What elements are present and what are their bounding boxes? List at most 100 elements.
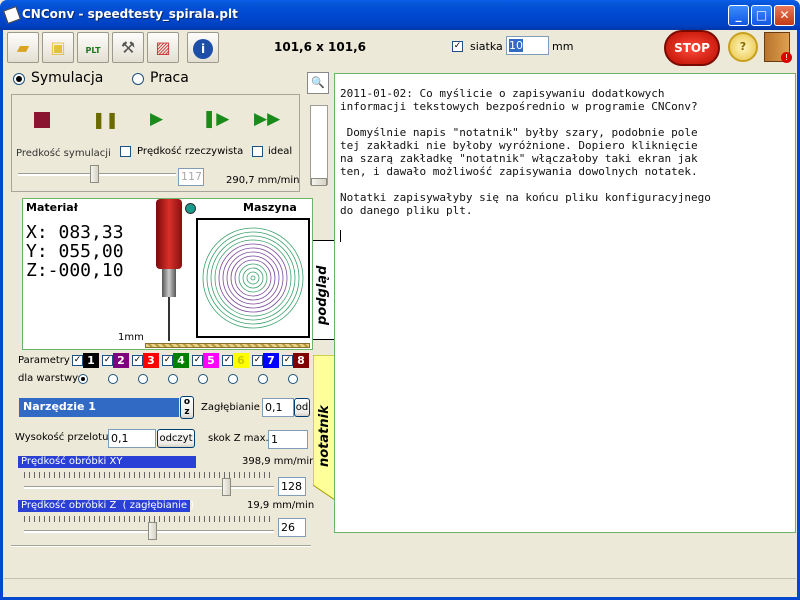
stop-sim-button[interactable] — [34, 112, 50, 128]
exit-door-button[interactable]: ! — [764, 32, 792, 63]
layer-checkbox[interactable]: ✓ — [72, 355, 83, 366]
layer-checkbox[interactable]: ✓ — [252, 355, 263, 366]
sim-speed-thumb[interactable] — [90, 165, 99, 183]
z-speed-thumb[interactable] — [148, 522, 157, 540]
ideal-label: ideal — [268, 146, 293, 157]
read-button[interactable]: odczyt — [157, 429, 195, 448]
sim-speed-input[interactable]: 117 — [178, 168, 204, 186]
minimize-button[interactable]: _ — [728, 5, 749, 26]
layer-item[interactable]: ✓ 3 — [132, 353, 162, 368]
notes-line: Domyślnie napis "notatnik" byłby szary, … — [340, 126, 698, 139]
zoom-slider-thumb[interactable] — [311, 178, 327, 186]
oz-o: o — [183, 397, 191, 407]
layer-radio[interactable] — [138, 374, 148, 384]
zoom-slider[interactable] — [310, 105, 328, 186]
layer-radio[interactable] — [258, 374, 268, 384]
close-button[interactable]: ✕ — [774, 5, 795, 26]
step-input[interactable]: 1 — [268, 430, 308, 449]
material-label: Materiał — [26, 201, 78, 214]
notes-line: tej zakładki nie byłoby wyróżnione. Dopi… — [340, 139, 698, 152]
pause-button[interactable]: ❚❚ — [92, 110, 119, 129]
settings-button[interactable]: ⚒ — [112, 32, 144, 63]
layer-item[interactable]: ✓ 2 — [102, 353, 132, 368]
z-speed-label: Prędkość obróbki Z ( zagłębianie ) — [18, 500, 194, 512]
spiral-preview — [202, 227, 304, 329]
depth-label: Zagłębianie — [201, 402, 260, 413]
tools-icon: ⚒ — [120, 38, 136, 57]
layer-radios — [78, 374, 308, 388]
notes-textarea[interactable]: 2011-01-02: Co myślicie o zapisywaniu do… — [334, 73, 796, 533]
layer-item[interactable]: ✓ 4 — [162, 353, 192, 368]
grid-value-input[interactable]: 10 — [506, 36, 549, 55]
zoom-button[interactable]: 🔍 — [307, 72, 329, 94]
layer-item[interactable]: ✓ 7 — [252, 353, 282, 368]
plt-button[interactable]: PLT — [77, 32, 109, 63]
layer-number: 8 — [293, 353, 309, 368]
notes-line: Notatki zapisywałyby się na końcu pliku … — [340, 191, 711, 204]
layer-checkbox[interactable]: ✓ — [132, 355, 143, 366]
xy-speed-input[interactable]: 128 — [278, 477, 306, 496]
layer-radio[interactable] — [108, 374, 118, 384]
layer-radio[interactable] — [78, 374, 88, 384]
layer-radio[interactable] — [228, 374, 238, 384]
grid-unit: mm — [552, 40, 574, 53]
layer-checkbox[interactable]: ✓ — [222, 355, 233, 366]
xy-speed-thumb[interactable] — [222, 478, 231, 496]
oz-button[interactable]: oz — [180, 396, 194, 419]
window-title: CNConv - speedtesty_spirala.plt — [22, 7, 238, 21]
floppy-icon: ▣ — [50, 38, 66, 57]
simulation-radio[interactable] — [13, 73, 25, 85]
help-button[interactable]: ? — [728, 32, 758, 62]
layer-item[interactable]: ✓ 6 — [222, 353, 252, 368]
depth-input[interactable]: 0,1 — [262, 398, 294, 417]
fast-forward-button[interactable]: ▶▶ — [254, 109, 280, 129]
layer-radio[interactable] — [198, 374, 208, 384]
play-button[interactable]: ▶ — [150, 109, 163, 129]
drill-indicator — [185, 203, 196, 214]
sim-speed-slider[interactable] — [18, 163, 176, 185]
work-radio[interactable] — [132, 73, 144, 85]
coord-y: Y: 055,00 — [26, 241, 124, 262]
info-button[interactable]: i — [187, 32, 219, 63]
stop-button[interactable]: STOP — [664, 30, 720, 66]
layer-item[interactable]: ✓ 1 — [72, 353, 102, 368]
notes-line: na szarą zakładkę "notatnik" włączałoby … — [340, 152, 698, 165]
tab-notes[interactable]: notatnik — [313, 355, 335, 500]
app-icon — [3, 6, 21, 24]
grid-checkbox[interactable]: ✓ — [452, 41, 463, 52]
save-button[interactable]: ▣ — [42, 32, 74, 63]
tab-preview-label: podgląd — [315, 265, 330, 325]
magnifier-icon: 🔍 — [311, 76, 325, 89]
layer-checkbox[interactable]: ✓ — [192, 355, 203, 366]
z-speed-input[interactable]: 26 — [278, 518, 306, 537]
open-folder-button[interactable]: ▰ — [7, 32, 39, 63]
image-button[interactable]: ▨ — [147, 32, 179, 63]
tab-preview[interactable]: podgląd — [313, 240, 335, 340]
xy-speed-slider[interactable] — [24, 478, 274, 500]
layer-checkbox[interactable]: ✓ — [162, 355, 173, 366]
ideal-checkbox[interactable] — [252, 146, 263, 157]
sim-speed-mm: 290,7 mm/min — [226, 175, 300, 186]
height-input[interactable]: 0,1 — [108, 429, 156, 448]
z-speed-slider[interactable] — [24, 522, 274, 544]
exit-icon: ! — [781, 52, 792, 63]
maximize-button[interactable]: □ — [751, 5, 772, 26]
simulation-label: Symulacja — [31, 70, 104, 86]
drill-body — [156, 199, 182, 269]
status-bar — [4, 578, 796, 596]
layer-checkbox[interactable]: ✓ — [102, 355, 113, 366]
layer-number: 7 — [263, 353, 279, 368]
drill-bit — [168, 297, 170, 341]
tool-select[interactable]: Narzędzie 1 — [19, 398, 179, 417]
layer-item[interactable]: ✓ 8 — [282, 353, 312, 368]
xy-speed-value: 398,9 mm/min — [242, 456, 316, 467]
xy-speed-label: Prędkość obróbki XY — [18, 456, 196, 468]
step-forward-button[interactable]: ❚▶ — [202, 109, 229, 129]
layer-radio[interactable] — [288, 374, 298, 384]
layer-item[interactable]: ✓ 5 — [192, 353, 222, 368]
layer-radio[interactable] — [168, 374, 178, 384]
layer-checkbox[interactable]: ✓ — [282, 355, 293, 366]
notes-line: 2011-01-02: Co myślicie o zapisywaniu do… — [340, 87, 665, 100]
real-speed-checkbox[interactable] — [120, 146, 131, 157]
depth-button[interactable]: od — [294, 398, 310, 417]
